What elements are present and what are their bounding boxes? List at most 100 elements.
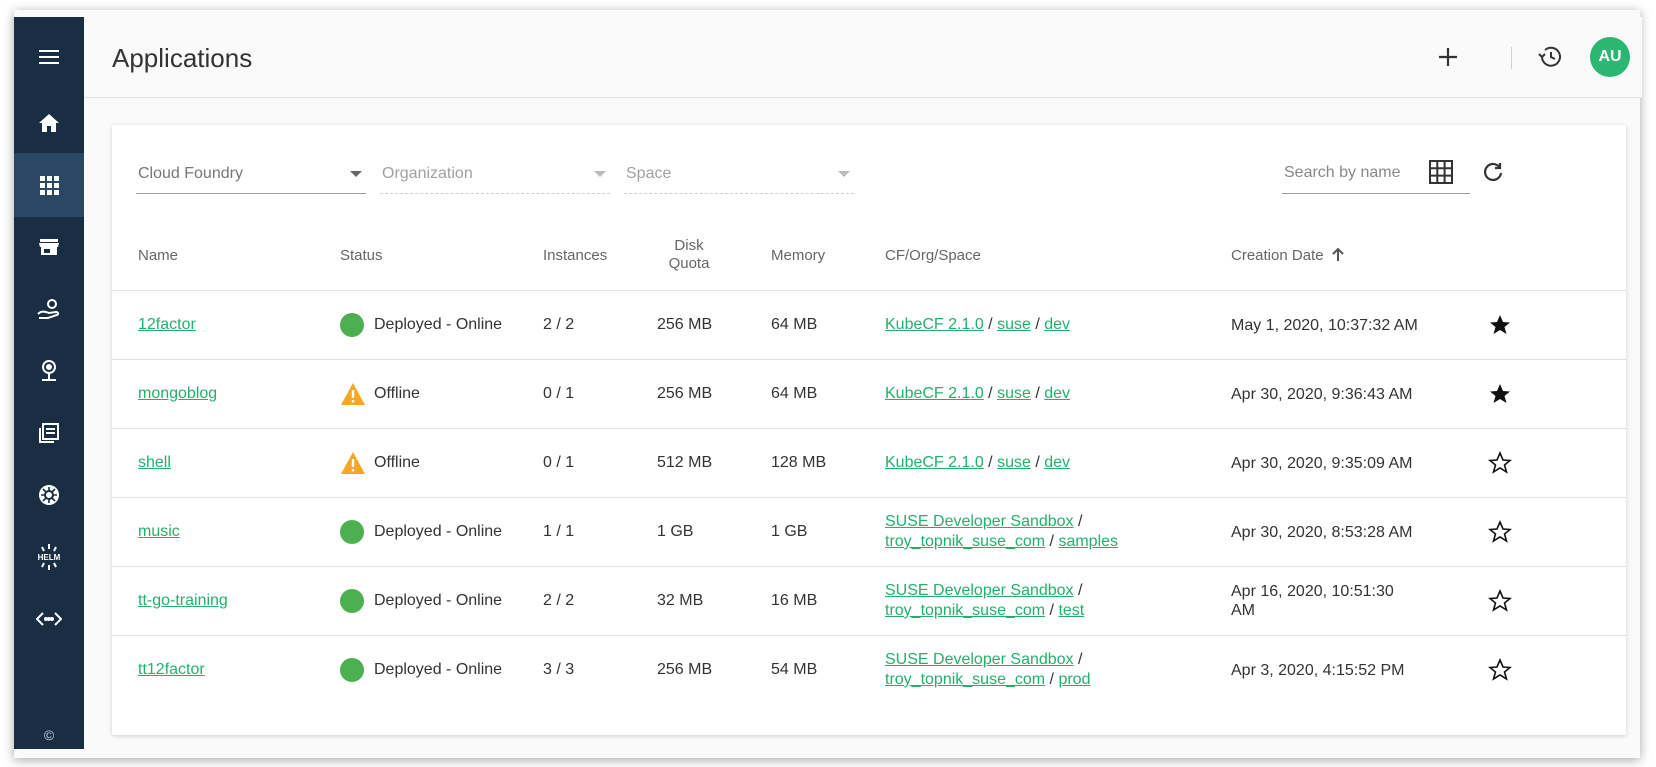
space-link[interactable]: dev [1044,316,1070,333]
status-text: Deployed - Online [374,661,503,678]
creation-date-label: Creation Date [1231,246,1324,264]
creation-date-cell: Apr 30, 2020, 9:36:43 AM [1231,385,1413,403]
instances-cell: 0 / 1 [543,385,575,402]
online-status-icon [340,520,364,544]
space-label: Space [626,165,672,182]
copyright-icon: © [43,727,55,743]
cf-link[interactable]: KubeCF 2.1.0 [885,316,984,333]
instances-cell: 2 / 2 [543,592,575,609]
star-filled-icon[interactable] [1488,382,1512,406]
instances-cell: 3 / 3 [543,661,575,678]
app-name-link[interactable]: mongoblog [138,385,217,403]
column-header-disk-quota[interactable]: Disk Quota [652,220,726,290]
warning-icon [341,452,365,474]
home-icon[interactable] [14,91,84,155]
app-name-link[interactable]: tt-go-training [138,592,228,610]
space-link[interactable]: samples [1058,533,1118,550]
kubernetes-icon[interactable] [14,463,84,527]
online-status-icon [340,313,364,337]
creation-date-cell: Apr 3, 2020, 4:15:52 PM [1231,661,1405,679]
services-icon[interactable] [14,277,84,341]
logs-icon[interactable] [14,401,84,465]
space-link[interactable]: test [1058,602,1084,619]
creation-date-cell: Apr 16, 2020, 10:51:30 AM [1231,583,1394,619]
org-link[interactable]: troy_topnik_suse_com [885,602,1045,619]
app-name-link[interactable]: 12factor [138,316,196,334]
helm-icon[interactable]: HELM [14,525,84,589]
sort-ascending-icon [1331,247,1344,261]
org-link[interactable]: suse [997,385,1031,402]
table-body: 12factor Deployed - Online 2 / 2 256 MB 64 M… [112,291,1626,704]
cf-link[interactable]: SUSE Developer Sandbox [885,651,1074,668]
menu-icon[interactable] [14,25,84,89]
org-link[interactable]: troy_topnik_suse_com [885,671,1045,688]
table-header: Name Status Instances Disk Quota Memory … [112,220,1626,291]
column-header-cf-org-space[interactable]: CF/Org/Space [885,220,981,290]
memory-cell: 64 MB [771,385,818,402]
org-link[interactable]: troy_topnik_suse_com [885,533,1045,550]
table-row: 12factor Deployed - Online 2 / 2 256 MB 64 M… [112,291,1626,360]
table-row: tt12factor Deployed - Online 3 / 3 256 MB 54… [112,636,1626,704]
marketplace-icon[interactable] [14,215,84,279]
cf-org-space-cell: KubeCF 2.1.0 / suse / dev [885,454,1071,471]
org-link[interactable]: suse [997,454,1031,471]
disk-quota-cell: 256 MB [657,385,713,402]
instances-cell: 1 / 1 [543,523,575,540]
column-header-status[interactable]: Status [340,220,383,290]
status-cell: Deployed - Online [340,498,502,566]
column-header-instances[interactable]: Instances [543,220,607,290]
org-link[interactable]: suse [997,316,1031,333]
table-row: tt-go-training Deployed - Online 2 / 2 32 M… [112,567,1626,636]
star-outline-icon[interactable] [1488,520,1512,544]
memory-cell: 54 MB [771,661,818,678]
space-link[interactable]: dev [1044,454,1070,471]
creation-date-cell: Apr 30, 2020, 9:35:09 AM [1231,454,1413,472]
space-link[interactable]: prod [1058,671,1090,688]
chevron-down-icon [350,171,362,177]
applications-table: Name Status Instances Disk Quota Memory … [112,220,1626,704]
cf-link[interactable]: KubeCF 2.1.0 [885,454,984,471]
status-text: Offline [374,454,420,471]
status-cell: Offline [340,429,420,497]
user-avatar[interactable]: AU [1590,37,1630,77]
instances-cell: 2 / 2 [543,316,575,333]
table-row: music Deployed - Online 1 / 1 1 GB 1 GB SUSE … [112,498,1626,567]
star-outline-icon[interactable] [1488,589,1512,613]
column-header-name[interactable]: Name [138,220,178,290]
app-name-link[interactable]: tt12factor [138,661,205,679]
star-filled-icon[interactable] [1488,313,1512,337]
svg-text:HELM: HELM [38,553,61,562]
chevron-down-icon [594,171,606,177]
status-cell: Deployed - Online [340,567,502,635]
app-header: Applications AU [84,17,1642,98]
star-outline-icon[interactable] [1488,658,1512,682]
cf-link[interactable]: SUSE Developer Sandbox [885,513,1074,530]
status-cell: Deployed - Online [340,636,502,704]
disk-quota-cell: 256 MB [657,661,713,678]
app-name-link[interactable]: music [138,523,180,541]
column-header-memory[interactable]: Memory [771,220,825,290]
history-icon[interactable] [1534,41,1566,73]
cloud-foundry-select[interactable]: Cloud Foundry [136,155,366,194]
organization-select[interactable]: Organization [380,155,610,194]
memory-cell: 64 MB [771,316,818,333]
app-name-link[interactable]: shell [138,454,171,472]
disk-quota-cell: 32 MB [657,592,704,609]
cf-link[interactable]: KubeCF 2.1.0 [885,385,984,402]
endpoints-icon[interactable] [14,339,84,403]
memory-cell: 16 MB [771,592,818,609]
applications-card: Cloud Foundry Organization Space Name St… [112,125,1626,735]
cf-link[interactable]: SUSE Developer Sandbox [885,582,1074,599]
star-outline-icon[interactable] [1488,451,1512,475]
table-view-icon[interactable] [1424,155,1458,189]
column-header-creation-date[interactable]: Creation Date [1231,220,1346,290]
api-icon[interactable] [14,587,84,651]
disk-quota-cell: 256 MB [657,316,713,333]
refresh-icon[interactable] [1476,155,1510,189]
apps-grid-icon[interactable] [14,153,84,217]
status-text: Deployed - Online [374,316,503,333]
add-icon[interactable] [1432,41,1464,73]
space-link[interactable]: dev [1044,385,1070,402]
space-select[interactable]: Space [624,155,854,194]
cf-org-space-cell: SUSE Developer Sandbox / troy_topnik_sus… [885,513,1119,550]
